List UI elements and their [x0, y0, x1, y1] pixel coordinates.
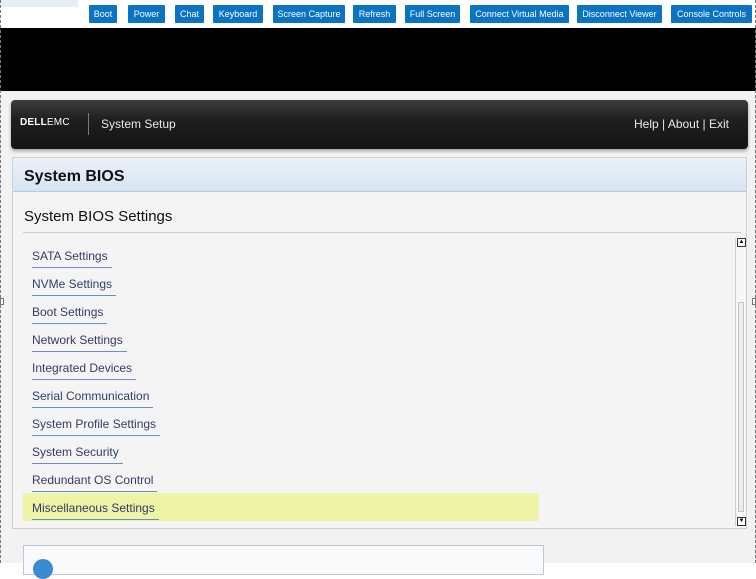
menu-item-sata-settings[interactable]: SATA Settings	[23, 241, 539, 269]
exit-link[interactable]: Exit	[709, 117, 729, 131]
menu-item-label: Integrated Devices	[32, 361, 137, 380]
header-title: System Setup	[101, 117, 176, 131]
boot-button[interactable]: Boot	[89, 5, 117, 23]
help-box	[23, 545, 544, 579]
menu-item-network-settings[interactable]: Network Settings	[23, 325, 539, 353]
menu-item-label: Serial Communication	[32, 389, 154, 408]
console-toolbar: Boot Power Chat Keyboard Screen Capture …	[0, 0, 756, 28]
link-separator: |	[662, 117, 666, 131]
connect-virtual-media-button[interactable]: Connect Virtual Media	[470, 5, 569, 23]
menu-item-nvme-settings[interactable]: NVMe Settings	[23, 269, 539, 297]
link-separator: |	[702, 117, 706, 131]
screen-capture-button[interactable]: Screen Capture	[273, 5, 345, 23]
resize-handle-left[interactable]	[0, 298, 4, 305]
refresh-button[interactable]: Refresh	[353, 5, 396, 23]
settings-list: SATA Settings NVMe Settings Boot Setting…	[23, 238, 733, 523]
header-links: Help | About | Exit	[634, 117, 729, 131]
panel-title: System BIOS	[24, 168, 125, 185]
menu-item-boot-settings[interactable]: Boot Settings	[23, 297, 539, 325]
menu-item-system-profile-settings[interactable]: System Profile Settings	[23, 409, 539, 437]
toolbar-corner	[0, 0, 78, 7]
settings-scrollbar[interactable]: ▲ ▼	[735, 238, 746, 526]
help-link[interactable]: Help	[634, 117, 659, 131]
disconnect-viewer-button[interactable]: Disconnect Viewer	[577, 5, 662, 23]
console-black-band	[0, 28, 756, 91]
panel-title-bar: System BIOS	[13, 158, 746, 192]
scroll-up-arrow-icon[interactable]: ▲	[737, 238, 746, 247]
info-icon	[33, 559, 53, 579]
menu-item-label: SATA Settings	[32, 249, 112, 268]
menu-item-label: Miscellaneous Settings	[32, 501, 159, 520]
menu-item-miscellaneous-settings[interactable]: Miscellaneous Settings	[23, 493, 539, 521]
power-button[interactable]: Power	[128, 5, 165, 23]
menu-item-label: System Profile Settings	[32, 417, 161, 436]
menu-item-label: Redundant OS Control	[32, 473, 158, 492]
console-controls-button[interactable]: Console Controls	[671, 5, 752, 23]
menu-item-redundant-os-control[interactable]: Redundant OS Control	[23, 465, 539, 493]
dell-emc-logo: DELLEMC	[20, 117, 70, 128]
menu-item-system-security[interactable]: System Security	[23, 437, 539, 465]
resize-handle-right[interactable]	[752, 298, 756, 305]
section-title: System BIOS Settings	[24, 208, 173, 225]
chat-button[interactable]: Chat	[175, 5, 204, 23]
keyboard-button[interactable]: Keyboard	[213, 5, 263, 23]
menu-item-label: Network Settings	[32, 333, 127, 352]
scrollbar-thumb[interactable]	[738, 302, 744, 512]
menu-item-label: NVMe Settings	[32, 277, 117, 296]
scroll-down-arrow-icon[interactable]: ▼	[737, 517, 746, 526]
menu-item-integrated-devices[interactable]: Integrated Devices	[23, 353, 539, 381]
capture-border-left	[0, 0, 1, 563]
section-divider	[23, 232, 741, 233]
menu-item-serial-communication[interactable]: Serial Communication	[23, 381, 539, 409]
about-link[interactable]: About	[668, 117, 699, 131]
menu-item-label: Boot Settings	[32, 305, 108, 324]
full-screen-button[interactable]: Full Screen	[405, 5, 460, 23]
system-setup-header: DELLEMC System Setup Help | About | Exit	[11, 100, 748, 149]
header-divider	[88, 113, 89, 135]
system-bios-panel: System BIOS System BIOS Settings SATA Se…	[12, 157, 747, 529]
menu-item-label: System Security	[32, 445, 123, 464]
